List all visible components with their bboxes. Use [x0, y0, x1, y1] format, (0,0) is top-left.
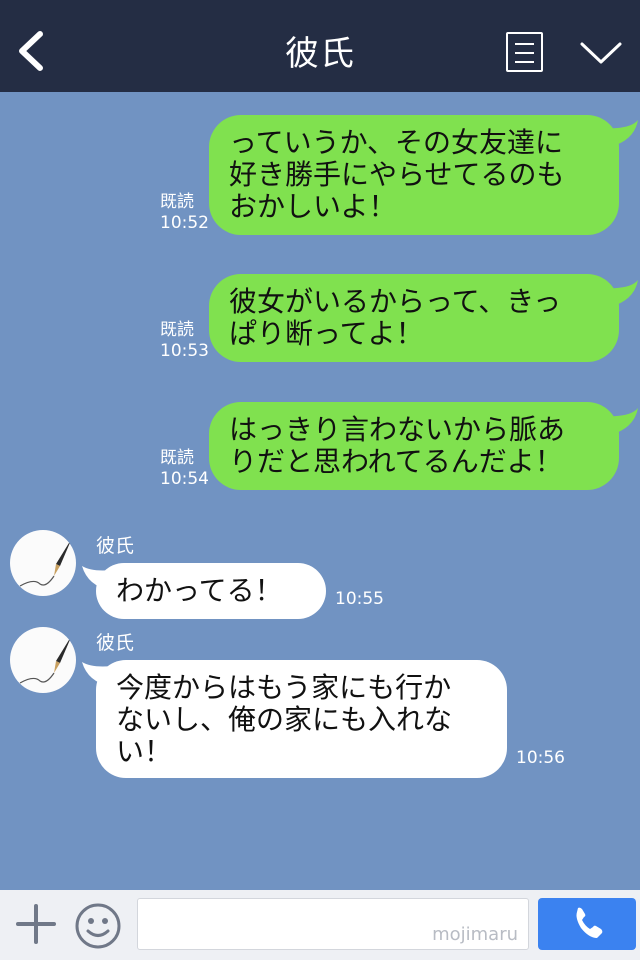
message-line: りだと思われてるんだよ！: [229, 445, 563, 478]
sender-name: 彼氏: [96, 535, 135, 557]
message-line: ないし、俺の家にも入れな: [116, 703, 453, 736]
avatar[interactable]: [10, 627, 76, 693]
smiley-icon[interactable]: [74, 902, 122, 950]
message-time: 10:53: [160, 341, 209, 361]
call-button[interactable]: [538, 898, 636, 950]
chat-title: 彼氏: [285, 34, 355, 74]
message-line: 好き勝手にやらせてるのも: [229, 158, 565, 191]
read-label: 既読: [160, 448, 194, 468]
watermark: mojimaru: [432, 924, 518, 945]
document-menu-icon[interactable]: [506, 32, 543, 72]
message-time: 10:55: [335, 589, 384, 609]
message-time: 10:54: [160, 469, 209, 489]
message-line: い！: [116, 735, 173, 768]
message-line: 今度からはもう家にも行か: [116, 671, 452, 704]
chat-header: 彼氏: [0, 0, 640, 92]
sent-message-bubble[interactable]: はっきり言わないから脈あ りだと思われてるんだよ！: [209, 402, 619, 490]
phone-icon: [576, 907, 603, 938]
read-label: 既読: [160, 320, 194, 340]
received-message-bubble[interactable]: 今度からはもう家にも行か ないし、俺の家にも入れな い！: [96, 660, 507, 778]
message-time: 10:56: [516, 748, 565, 768]
message-line: はっきり言わないから脈あ: [229, 413, 566, 446]
received-message-bubble[interactable]: わかってる！: [96, 563, 326, 619]
message-line: わかってる！: [116, 574, 283, 607]
message-line: おかしいよ！: [229, 190, 397, 223]
avatar[interactable]: [10, 530, 76, 596]
message-input[interactable]: mojimaru: [137, 898, 529, 950]
fountain-pen-icon: [19, 538, 72, 587]
message-line: 彼女がいるからって、きっ: [229, 285, 562, 318]
read-receipt: 既読 10:52: [160, 192, 209, 234]
message-line: ぱり断ってよ！: [229, 317, 424, 350]
message-time: 10:52: [160, 213, 209, 233]
fountain-pen-icon: [19, 635, 72, 684]
message-line: っていうか、その女友達に: [229, 126, 564, 159]
input-bar: mojimaru: [0, 890, 640, 960]
plus-icon[interactable]: [14, 902, 58, 946]
sent-message-bubble[interactable]: っていうか、その女友達に 好き勝手にやらせてるのも おかしいよ！: [209, 115, 619, 235]
chevron-down-icon[interactable]: [578, 36, 624, 68]
sender-name: 彼氏: [96, 632, 135, 654]
read-receipt: 既読 10:53: [160, 320, 209, 362]
sent-message-bubble[interactable]: 彼女がいるからって、きっ ぱり断ってよ！: [209, 274, 619, 362]
read-receipt: 既読 10:54: [160, 448, 209, 490]
read-label: 既読: [160, 192, 194, 212]
